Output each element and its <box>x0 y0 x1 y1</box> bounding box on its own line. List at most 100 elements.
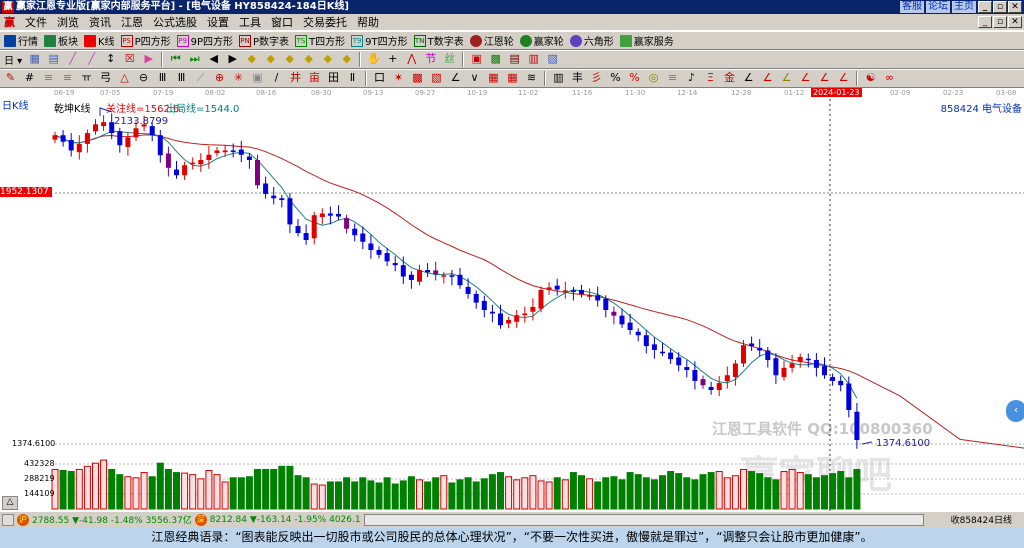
toolbar-9t-square[interactable]: T9 9T四方形 <box>351 33 408 48</box>
menu-formula[interactable]: 公式选股 <box>153 14 197 30</box>
save-icon[interactable]: ▥ <box>527 52 540 65</box>
square-icon[interactable]: 亩 <box>308 71 321 84</box>
menu-tools[interactable]: 工具 <box>239 14 261 30</box>
toolbar-kline[interactable]: K线 <box>84 33 115 48</box>
festival-icon[interactable]: 节 <box>424 52 437 65</box>
coin-icon[interactable]: ◎ <box>647 71 660 84</box>
angle-icon[interactable]: ⟋ <box>194 71 207 84</box>
line-icon[interactable]: ⋀ <box>405 52 418 65</box>
list-icon[interactable]: ▤ <box>47 52 60 65</box>
angle-f-icon[interactable]: ∠ <box>799 71 812 84</box>
net-b-icon[interactable]: ▦ <box>506 71 519 84</box>
menu-info[interactable]: 资讯 <box>89 14 111 30</box>
menu-file[interactable]: 文件 <box>25 14 47 30</box>
prev-icon[interactable]: ◀ <box>207 52 220 65</box>
angle-g-icon[interactable]: ∠ <box>818 71 831 84</box>
next-icon[interactable]: ▶ <box>226 52 239 65</box>
child-close-button[interactable]: ✕ <box>1008 16 1022 28</box>
kline-chart[interactable]: 06-19 07-05 07-19 08-02 08-16 08-30 09-13 09-27… <box>0 88 1024 512</box>
zoom-c-icon[interactable]: ◆ <box>283 52 296 65</box>
minimize-button[interactable]: _ <box>978 1 992 13</box>
transfer-icon[interactable]: ▧ <box>546 52 559 65</box>
fan-icon[interactable]: / <box>270 71 283 84</box>
menu-window[interactable]: 窗口 <box>271 14 293 30</box>
crosshair-icon[interactable]: + <box>386 52 399 65</box>
field-icon[interactable]: 田 <box>327 71 340 84</box>
ray-icon[interactable]: 彡 <box>590 71 603 84</box>
angle-h-icon[interactable]: ∠ <box>837 71 850 84</box>
angle-c-icon[interactable]: ∠ <box>742 71 755 84</box>
toolbar-p-square[interactable]: PS P四方形 <box>120 33 171 48</box>
percent-b-icon[interactable]: % <box>628 71 641 84</box>
period-select[interactable]: 日 ▾ <box>4 52 22 67</box>
silk-icon[interactable]: 丝 <box>443 52 456 65</box>
gold-a-icon[interactable]: ≡ <box>42 71 55 84</box>
menu-help[interactable]: 帮助 <box>357 14 379 30</box>
grid-icon[interactable]: # <box>23 71 36 84</box>
hatch-icon[interactable]: ▧ <box>430 71 443 84</box>
gann-grid-icon[interactable]: 井 <box>289 71 302 84</box>
child-minimize-button[interactable]: _ <box>978 16 992 28</box>
link-home[interactable]: 主页 <box>952 1 976 13</box>
cancel-icon[interactable]: ☒ <box>123 52 136 65</box>
menu-trade[interactable]: 交易委托 <box>303 14 347 30</box>
v-icon[interactable]: ∨ <box>468 71 481 84</box>
toolbar-service[interactable]: 赢家服务 <box>619 33 674 48</box>
net-icon[interactable]: ▦ <box>487 71 500 84</box>
menu-settings[interactable]: 设置 <box>207 14 229 30</box>
box-icon[interactable]: ▣ <box>251 71 264 84</box>
zoom-e-icon[interactable]: ◆ <box>321 52 334 65</box>
gold-b-icon[interactable]: ≡ <box>61 71 74 84</box>
arrow-icon[interactable]: ♪ <box>685 71 698 84</box>
close-button[interactable]: ✕ <box>1008 1 1022 13</box>
hand-icon[interactable]: ✋ <box>367 52 381 65</box>
zoom-d-icon[interactable]: ◆ <box>302 52 315 65</box>
bars-icon[interactable]: ▥ <box>552 71 565 84</box>
side-panel-toggle[interactable]: ‹ <box>1006 400 1024 422</box>
link-forum[interactable]: 论坛 <box>926 1 950 13</box>
toolbar-gann-wheel[interactable]: 江恩轮 <box>469 33 514 48</box>
toolbar-quote[interactable]: 行情 <box>4 33 38 48</box>
zoom-f-icon[interactable]: ◆ <box>340 52 353 65</box>
toolbar-t-square[interactable]: TS T四方形 <box>295 33 345 48</box>
restore-button[interactable]: ▫ <box>993 1 1007 13</box>
triangle-icon[interactable]: △ <box>118 71 131 84</box>
parallel-icon[interactable]: Ⅲ <box>156 71 169 84</box>
horizontal-scrollbar[interactable] <box>363 513 924 526</box>
last-icon[interactable]: ⏭ <box>188 52 201 65</box>
indicator-b-icon[interactable]: ╱ <box>85 52 98 65</box>
angle-e-icon[interactable]: ∠ <box>780 71 793 84</box>
menu-browse[interactable]: 浏览 <box>57 14 79 30</box>
yin-yang-icon[interactable]: ☯ <box>864 71 877 84</box>
angle-d-icon[interactable]: ∠ <box>761 71 774 84</box>
gold-icon[interactable]: 金 <box>723 71 736 84</box>
expand-button[interactable]: △ <box>2 496 18 510</box>
toolbar-9p-square[interactable]: P9 9P四方形 <box>176 33 233 48</box>
indicator-a-icon[interactable]: ╱ <box>66 52 79 65</box>
star-icon[interactable]: ✳ <box>232 71 245 84</box>
toolbar-hexagon[interactable]: 六角形 <box>569 33 614 48</box>
cross-icon[interactable]: 丰 <box>571 71 584 84</box>
zoom-b-icon[interactable]: ◆ <box>264 52 277 65</box>
calendar-icon[interactable]: ▣ <box>470 52 483 65</box>
period-icon[interactable]: Ⅲ <box>175 71 188 84</box>
toolbar-t-table[interactable]: TN T数字表 <box>413 33 464 48</box>
flag-icon[interactable]: ▶ <box>142 52 155 65</box>
zoom-a-icon[interactable]: ◆ <box>245 52 258 65</box>
fork-icon[interactable]: ㅠ <box>80 71 93 84</box>
infinity-icon[interactable]: ∞ <box>883 71 896 84</box>
calculator-icon[interactable] <box>2 513 14 526</box>
first-icon[interactable]: ⏮ <box>169 52 182 65</box>
red-lines-icon[interactable]: Ξ <box>704 71 717 84</box>
angle-b-icon[interactable]: ∠ <box>449 71 462 84</box>
circle-icon[interactable]: ⊖ <box>137 71 150 84</box>
rect-icon[interactable]: 口 <box>373 71 386 84</box>
child-restore-button[interactable]: ▫ <box>993 16 1007 28</box>
fan-lines-icon[interactable]: ✶ <box>392 71 405 84</box>
target-icon[interactable]: ⊕ <box>213 71 226 84</box>
bar-type-icon[interactable]: ↕ <box>104 52 117 65</box>
toolbar-p-table[interactable]: PN P数字表 <box>239 33 289 48</box>
gold-c-icon[interactable]: ≡ <box>666 71 679 84</box>
pattern-icon[interactable]: ▩ <box>411 71 424 84</box>
menu-gann[interactable]: 江恩 <box>121 14 143 30</box>
